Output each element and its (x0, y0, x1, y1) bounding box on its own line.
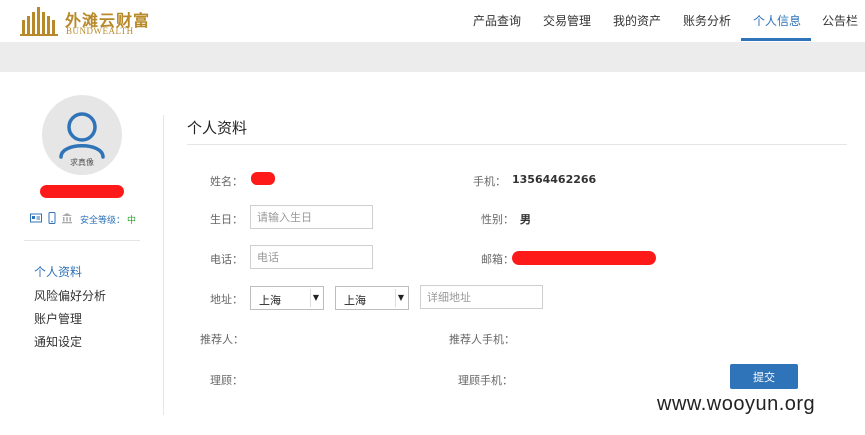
watermark: www.wooyun.org (657, 393, 816, 415)
redacted-email-value (512, 251, 656, 265)
telephone-label: 电话： (210, 253, 243, 266)
avatar-caption: 求真像 (70, 158, 94, 167)
page-title: 个人资料 (187, 119, 248, 137)
province-selected-value: 上海 (259, 294, 281, 307)
referrer-label: 推荐人： (200, 333, 244, 346)
security-level-value: 中 (127, 216, 137, 226)
detail-address-input[interactable] (420, 285, 543, 309)
nav-item-my-assets[interactable]: 我的资产 (613, 12, 661, 29)
header-gray-band (0, 42, 865, 72)
nav-item-trade-management[interactable]: 交易管理 (543, 12, 591, 29)
submit-button[interactable]: 提交 (730, 364, 798, 389)
gender-value: 男 (520, 213, 531, 226)
mobile-phone-icon (48, 212, 56, 224)
nav-item-account-analysis[interactable]: 账务分析 (683, 12, 731, 29)
side-item-notification-settings[interactable]: 通知设定 (34, 333, 82, 350)
province-select[interactable]: 上海 ▼ (250, 286, 324, 310)
referrer-phone-label: 推荐人手机： (449, 333, 515, 346)
title-divider (187, 144, 847, 145)
side-item-risk-preference[interactable]: 风险偏好分析 (34, 287, 106, 304)
id-card-icon (30, 213, 42, 223)
dropdown-arrow-icon: ▼ (310, 289, 321, 307)
main-nav: 产品查询 交易管理 我的资产 账务分析 个人信息 公告栏 (0, 0, 865, 42)
telephone-input[interactable] (250, 245, 373, 269)
side-item-personal-profile[interactable]: 个人资料 (34, 263, 82, 280)
birthday-input[interactable] (250, 205, 373, 229)
redacted-name-value (251, 172, 275, 185)
nav-item-personal-info[interactable]: 个人信息 (753, 12, 801, 29)
redacted-username (40, 185, 124, 198)
birthday-label: 生日： (210, 213, 243, 226)
advisor-label: 理顾： (210, 374, 243, 387)
mobile-value: 13564462266 (512, 173, 597, 186)
active-tab-indicator (741, 38, 811, 41)
left-divider (24, 240, 140, 241)
side-item-account-management[interactable]: 账户管理 (34, 310, 82, 327)
city-select[interactable]: 上海 ▼ (335, 286, 409, 310)
nav-item-product-query[interactable]: 产品查询 (473, 12, 521, 29)
security-level-label: 安全等级： (80, 216, 126, 226)
address-label: 地址： (210, 293, 243, 306)
gender-label: 性别： (481, 213, 514, 226)
name-label: 姓名： (210, 175, 243, 188)
column-divider (163, 115, 164, 415)
mobile-label: 手机： (473, 175, 506, 188)
nav-item-announcements[interactable]: 公告栏 (822, 12, 858, 29)
email-label: 邮箱： (481, 253, 514, 266)
avatar[interactable]: 求真像 (42, 95, 122, 175)
advisor-phone-label: 理顾手机： (458, 374, 513, 387)
dropdown-arrow-icon: ▼ (395, 289, 406, 307)
city-selected-value: 上海 (344, 294, 366, 307)
top-navbar: 外滩云财富 BUNDWEALTH 产品查询 交易管理 我的资产 账务分析 个人信… (0, 0, 865, 42)
bank-icon (62, 213, 72, 224)
